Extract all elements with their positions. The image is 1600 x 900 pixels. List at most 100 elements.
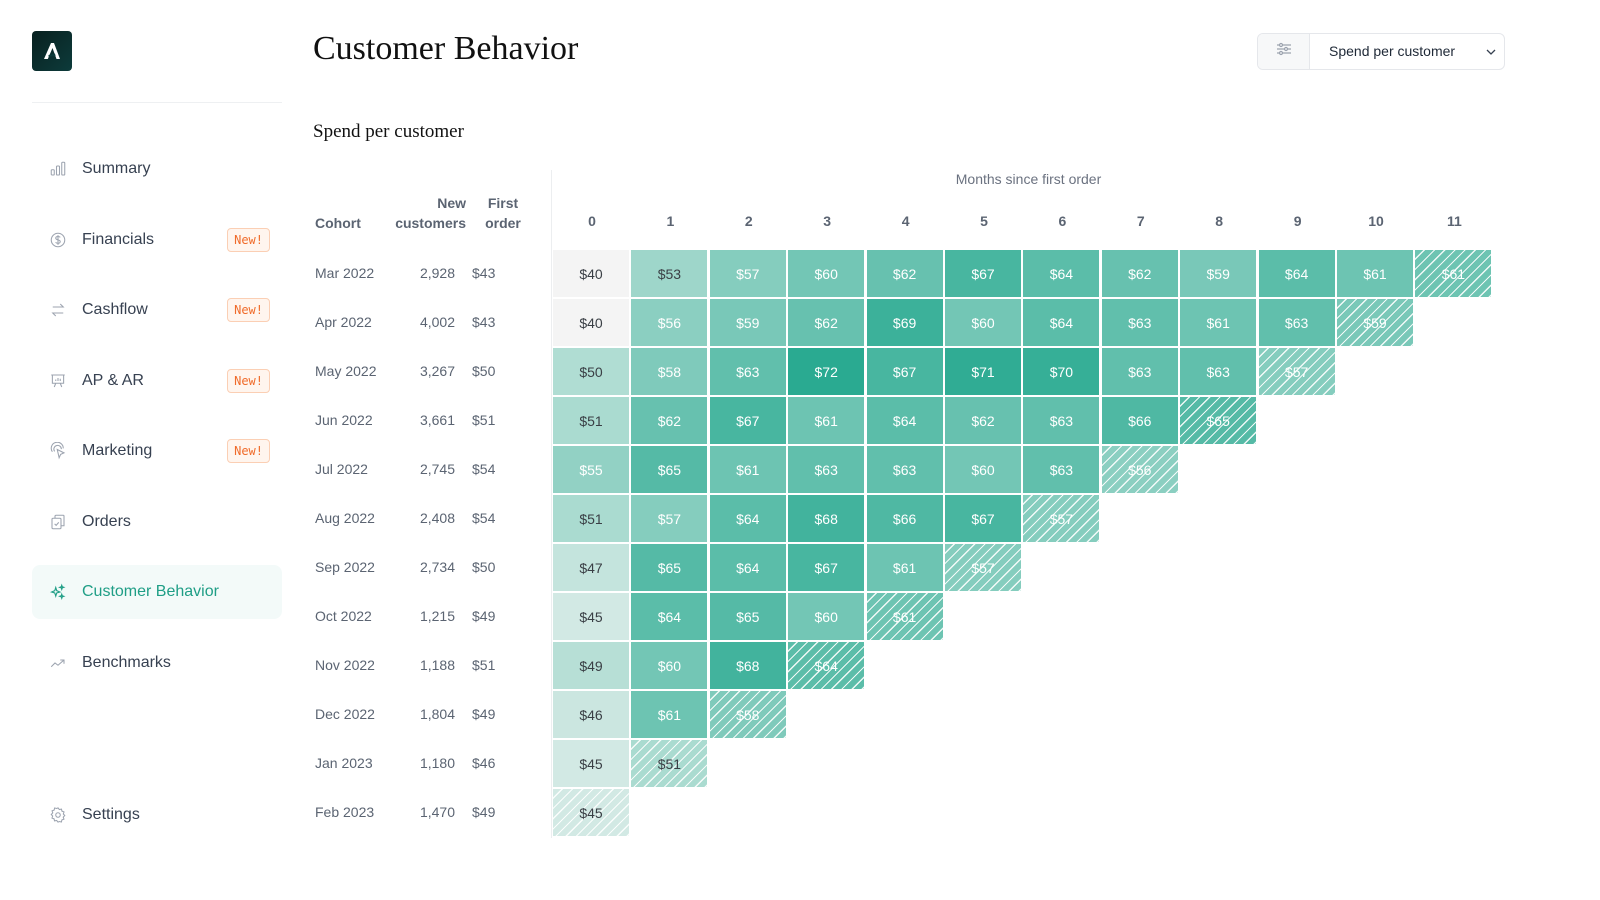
heatmap-cell[interactable]: $45 <box>553 593 629 640</box>
cell-value: $47 <box>579 559 603 576</box>
heatmap-cell[interactable]: $63 <box>788 446 865 493</box>
heatmap-cell[interactable]: $64 <box>1023 299 1100 346</box>
heatmap-cell[interactable]: $55 <box>553 446 629 493</box>
heatmap-cell-partial[interactable]: $61 <box>1415 250 1492 297</box>
heatmap-cell[interactable]: $60 <box>631 642 708 689</box>
heatmap-cell[interactable]: $63 <box>709 348 786 395</box>
heatmap-cell[interactable]: $64 <box>866 397 943 444</box>
heatmap-cell[interactable]: $40 <box>553 250 629 297</box>
heatmap-cell[interactable]: $60 <box>945 299 1021 346</box>
heatmap-cell[interactable]: $61 <box>709 446 786 493</box>
heatmap-cell[interactable]: $63 <box>1258 299 1335 346</box>
cell-value: $55 <box>579 461 603 478</box>
heatmap-cell[interactable]: $45 <box>553 740 629 787</box>
heatmap-cell[interactable]: $53 <box>631 250 708 297</box>
heatmap-cell[interactable]: $69 <box>866 299 943 346</box>
heatmap-cell-partial[interactable]: $57 <box>1258 348 1335 395</box>
heatmap-cell[interactable]: $40 <box>553 299 629 346</box>
heatmap-cell-partial[interactable]: $57 <box>1023 495 1100 542</box>
heatmap-cell[interactable]: $71 <box>945 348 1021 395</box>
sidebar-item-ap-ar[interactable]: AP & AR New! <box>32 354 282 408</box>
heatmap-cell[interactable]: $67 <box>945 495 1021 542</box>
chart-title: Spend per customer <box>313 121 464 142</box>
heatmap-cell[interactable]: $63 <box>1023 397 1100 444</box>
heatmap-cell[interactable]: $61 <box>788 397 865 444</box>
heatmap-cell[interactable]: $65 <box>709 593 786 640</box>
heatmap-cell-partial[interactable]: $51 <box>631 740 708 787</box>
heatmap-cell[interactable]: $63 <box>1101 348 1178 395</box>
heatmap-cell[interactable]: $58 <box>631 348 708 395</box>
cell-value: $64 <box>1049 265 1074 282</box>
heatmap-cell[interactable]: $51 <box>553 495 629 542</box>
heatmap-cell-partial[interactable]: $57 <box>945 544 1021 591</box>
heatmap-cell[interactable]: $68 <box>709 642 786 689</box>
metric-select[interactable]: Spend per customer <box>1257 33 1505 70</box>
heatmap-cell[interactable]: $63 <box>1180 348 1257 395</box>
heatmap-cell[interactable]: $60 <box>788 593 865 640</box>
sidebar-item-settings[interactable]: Settings <box>32 788 282 842</box>
heatmap-cell[interactable]: $64 <box>1258 250 1335 297</box>
sidebar-item-orders[interactable]: Orders <box>32 495 282 549</box>
sidebar-item-marketing[interactable]: Marketing New! <box>32 424 282 478</box>
heatmap-cell[interactable]: $61 <box>631 691 708 738</box>
heatmap-cell[interactable]: $62 <box>866 250 943 297</box>
heatmap-cell-partial[interactable]: $45 <box>553 789 629 836</box>
sidebar-item-label: Customer Behavior <box>82 583 219 600</box>
heatmap-cell[interactable]: $70 <box>1023 348 1100 395</box>
heatmap-cell[interactable]: $56 <box>631 299 708 346</box>
heatmap-cell[interactable]: $63 <box>866 446 943 493</box>
first-order-value: $46 <box>472 755 496 771</box>
heatmap-cell[interactable]: $59 <box>1180 250 1257 297</box>
month-header: 4 <box>901 213 910 229</box>
cell-value: $67 <box>736 412 760 429</box>
sidebar-item-summary[interactable]: Summary <box>32 142 282 196</box>
heatmap-cell[interactable]: $62 <box>631 397 708 444</box>
heatmap-cell[interactable]: $66 <box>866 495 943 542</box>
heatmap-cell-partial[interactable]: $56 <box>1101 446 1178 493</box>
heatmap-cell[interactable]: $65 <box>631 544 708 591</box>
heatmap-cell[interactable]: $67 <box>866 348 943 395</box>
sidebar-item-benchmarks[interactable]: Benchmarks <box>32 636 282 690</box>
heatmap-cell[interactable]: $59 <box>709 299 786 346</box>
heatmap-cell[interactable]: $51 <box>553 397 629 444</box>
heatmap-cell[interactable]: $46 <box>553 691 629 738</box>
heatmap-cell[interactable]: $50 <box>553 348 629 395</box>
heatmap-cell[interactable]: $60 <box>788 250 865 297</box>
heatmap-cell[interactable]: $66 <box>1101 397 1178 444</box>
heatmap-cell[interactable]: $49 <box>553 642 629 689</box>
heatmap-cell[interactable]: $63 <box>1101 299 1178 346</box>
heatmap-cell[interactable]: $62 <box>945 397 1021 444</box>
heatmap-cell[interactable]: $57 <box>709 250 786 297</box>
heatmap-cell[interactable]: $64 <box>1023 250 1100 297</box>
sidebar-item-customer-behavior[interactable]: Customer Behavior <box>32 565 282 619</box>
heatmap-cell-partial[interactable]: $61 <box>866 593 943 640</box>
heatmap-cell-partial[interactable]: $65 <box>1180 397 1257 444</box>
heatmap-cell[interactable]: $61 <box>1337 250 1413 297</box>
heatmap-cell[interactable]: $64 <box>709 544 786 591</box>
sidebar-item-cashflow[interactable]: Cashflow New! <box>32 283 282 337</box>
heatmap-cell[interactable]: $64 <box>631 593 708 640</box>
heatmap-cell[interactable]: $62 <box>788 299 865 346</box>
heatmap-cell[interactable]: $62 <box>1101 250 1178 297</box>
heatmap-cell[interactable]: $67 <box>788 544 865 591</box>
heatmap-cell[interactable]: $61 <box>866 544 943 591</box>
sidebar-item-financials[interactable]: Financials New! <box>32 213 282 267</box>
heatmap-cell[interactable]: $65 <box>631 446 708 493</box>
heatmap-cell[interactable]: $60 <box>945 446 1021 493</box>
heatmap-cell-partial[interactable]: $59 <box>1337 299 1413 346</box>
filter-button[interactable] <box>1258 34 1310 69</box>
heatmap-cell[interactable]: $67 <box>945 250 1021 297</box>
heatmap-cell[interactable]: $57 <box>631 495 708 542</box>
heatmap-cell[interactable]: $64 <box>709 495 786 542</box>
heatmap-cell-partial[interactable]: $64 <box>788 642 865 689</box>
app-logo[interactable] <box>32 31 72 71</box>
heatmap-cell[interactable]: $68 <box>788 495 865 542</box>
cell-value: $63 <box>1206 363 1230 380</box>
heatmap-cell[interactable]: $72 <box>788 348 865 395</box>
sidebar-item-label: Summary <box>82 160 151 177</box>
heatmap-cell[interactable]: $47 <box>553 544 629 591</box>
heatmap-cell[interactable]: $61 <box>1180 299 1257 346</box>
heatmap-cell[interactable]: $67 <box>709 397 786 444</box>
heatmap-cell[interactable]: $63 <box>1023 446 1100 493</box>
heatmap-cell-partial[interactable]: $58 <box>709 691 786 738</box>
